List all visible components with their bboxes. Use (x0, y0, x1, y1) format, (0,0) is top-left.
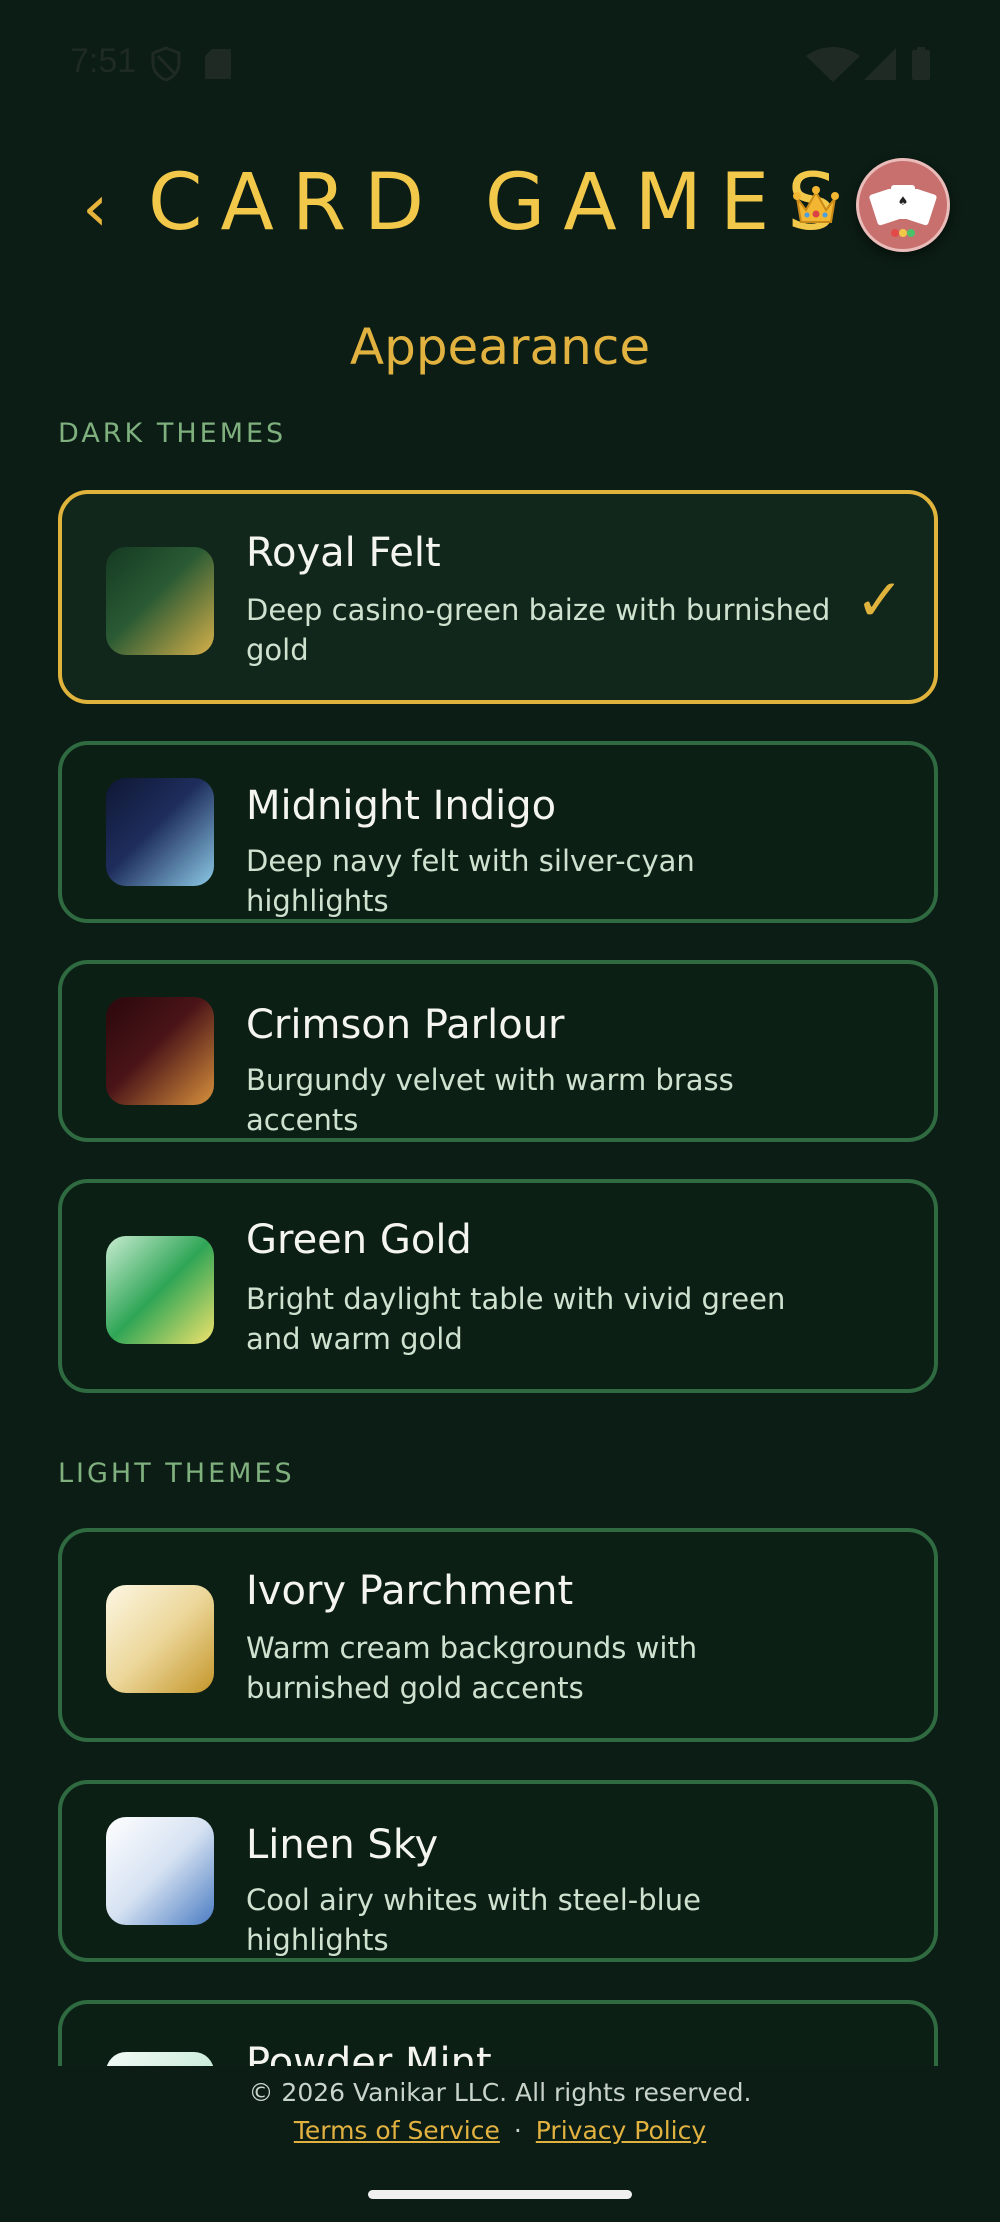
theme-name: Midnight Indigo (246, 783, 557, 829)
theme-name: Crimson Parlour (246, 1002, 565, 1048)
page-title: Appearance (349, 318, 651, 376)
theme-name: Powder Mint (246, 2040, 492, 2066)
terms-of-service-link[interactable]: Terms of Service (294, 2116, 500, 2145)
theme-option-green-gold[interactable]: Green Gold Bright daylight table with vi… (58, 1179, 938, 1393)
footer-links: Terms of Service · Privacy Policy (0, 2116, 1000, 2145)
theme-description: Cool airy whites with steel-blue highlig… (246, 1883, 701, 1957)
privacy-policy-link[interactable]: Privacy Policy (536, 2116, 706, 2145)
theme-name: Green Gold (246, 1217, 472, 1263)
status-bar: 7:51 (0, 0, 1000, 120)
theme-name: Linen Sky (246, 1822, 439, 1868)
theme-option-ivory-parchment[interactable]: Ivory Parchment Warm cream backgrounds w… (58, 1528, 938, 1742)
avatar[interactable]: ♠ (856, 158, 950, 252)
theme-swatch (106, 1585, 214, 1693)
theme-swatch (106, 2052, 214, 2066)
section-label-dark-themes: DARK THEMES (58, 418, 287, 449)
theme-option-royal-felt[interactable]: Royal Felt Deep casino-green baize with … (58, 490, 938, 704)
theme-option-linen-sky[interactable]: Linen Sky Cool airy whites with steel-bl… (58, 1780, 938, 1962)
back-button[interactable]: ‹ (70, 174, 120, 244)
system-icons (806, 47, 930, 82)
crown-icon (793, 186, 839, 223)
theme-swatch (106, 1817, 214, 1925)
check-icon: ✓ (855, 566, 904, 634)
signal-icon (864, 48, 896, 80)
theme-swatch (106, 1236, 214, 1344)
theme-description: Bright daylight table with vivid green a… (246, 1282, 786, 1356)
playing-cards-icon: ♠ (869, 185, 937, 237)
app-header: ‹ CARD GAMES ♠ (0, 140, 1000, 270)
theme-description: Burgundy velvet with warm brass accents (246, 1063, 734, 1137)
shield-icon (151, 46, 181, 82)
theme-name: Royal Felt (246, 530, 441, 576)
theme-description: Deep casino-green baize with burnished g… (246, 593, 831, 667)
theme-option-midnight-indigo[interactable]: Midnight Indigo Deep navy felt with silv… (58, 741, 938, 923)
link-separator: · (513, 2116, 522, 2145)
theme-option-powder-mint[interactable]: Powder Mint (58, 2000, 938, 2066)
theme-swatch (106, 547, 214, 655)
theme-name: Ivory Parchment (246, 1568, 574, 1614)
theme-description: Warm cream backgrounds with burnished go… (246, 1631, 698, 1705)
svg-text:♠: ♠ (898, 194, 909, 208)
status-time: 7:51 (70, 42, 137, 80)
copyright-text: © 2026 Vanikar LLC. All rights reserved. (248, 2078, 752, 2107)
section-label-light-themes: LIGHT THEMES (58, 1458, 295, 1489)
app-title: CARD GAMES (148, 158, 855, 248)
theme-swatch (106, 778, 214, 886)
sd-card-icon (205, 49, 231, 79)
footer: © 2026 Vanikar LLC. All rights reserved.… (0, 2066, 1000, 2222)
wifi-icon (806, 47, 860, 82)
theme-swatch (106, 997, 214, 1105)
theme-list[interactable]: Royal Felt Deep casino-green baize with … (0, 470, 1000, 2066)
theme-option-crimson-parlour[interactable]: Crimson Parlour Burgundy velvet with war… (58, 960, 938, 1142)
home-indicator[interactable] (368, 2190, 632, 2199)
theme-description: Deep navy felt with silver-cyan highligh… (246, 844, 695, 918)
battery-icon (912, 50, 930, 80)
